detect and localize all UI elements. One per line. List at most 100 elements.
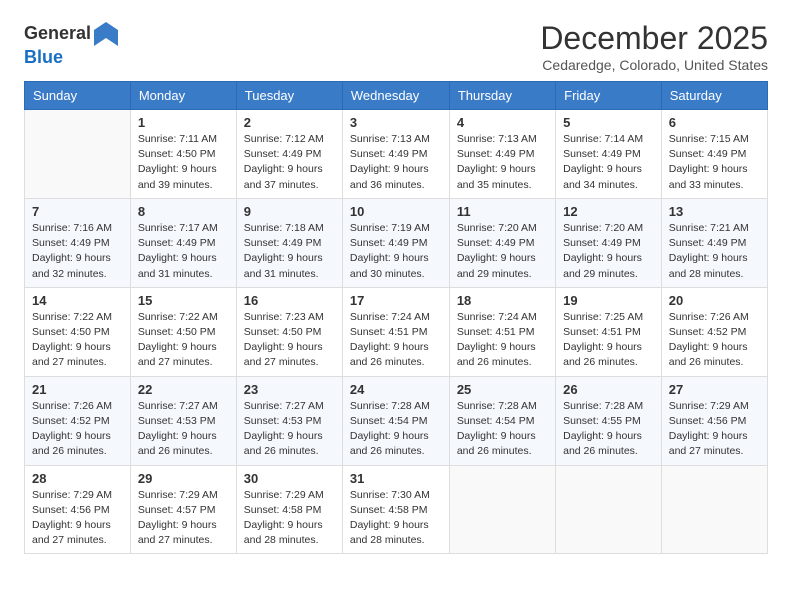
sun-info: Sunrise: 7:16 AMSunset: 4:49 PMDaylight:… — [32, 221, 123, 282]
calendar-cell: 25Sunrise: 7:28 AMSunset: 4:54 PMDayligh… — [449, 376, 555, 465]
cell-content: 31Sunrise: 7:30 AMSunset: 4:58 PMDayligh… — [350, 471, 442, 549]
sun-info: Sunrise: 7:24 AMSunset: 4:51 PMDaylight:… — [457, 310, 548, 371]
day-number: 13 — [669, 204, 760, 219]
week-row-1: 1 Sunrise: 7:11 AMSunset: 4:50 PMDaylight… — [25, 110, 768, 199]
sun-info: Sunrise: 7:30 AMSunset: 4:58 PMDaylight:… — [350, 488, 442, 549]
day-number: 6 — [669, 115, 760, 130]
sun-info: Sunrise: 7:28 AMSunset: 4:54 PMDaylight:… — [350, 399, 442, 460]
sun-info: Sunrise: 7:22 AMSunset: 4:50 PMDaylight:… — [32, 310, 123, 371]
cell-content: 13Sunrise: 7:21 AMSunset: 4:49 PMDayligh… — [669, 204, 760, 282]
day-number: 16 — [244, 293, 335, 308]
day-number: 5 — [563, 115, 654, 130]
calendar-cell: 26Sunrise: 7:28 AMSunset: 4:55 PMDayligh… — [556, 376, 662, 465]
calendar-cell: 13Sunrise: 7:21 AMSunset: 4:49 PMDayligh… — [661, 198, 767, 287]
sun-info: Sunrise: 7:25 AMSunset: 4:51 PMDaylight:… — [563, 310, 654, 371]
calendar-cell — [556, 465, 662, 554]
calendar-cell — [449, 465, 555, 554]
calendar-cell: 7 Sunrise: 7:16 AMSunset: 4:49 PMDaylight… — [25, 198, 131, 287]
sun-info: Sunrise: 7:11 AMSunset: 4:50 PMDaylight:… — [138, 132, 229, 193]
cell-content: 3Sunrise: 7:13 AMSunset: 4:49 PMDaylight… — [350, 115, 442, 193]
cell-content: 7 Sunrise: 7:16 AMSunset: 4:49 PMDaylight… — [32, 204, 123, 282]
logo: General Blue — [24, 20, 121, 68]
calendar-cell: 18Sunrise: 7:24 AMSunset: 4:51 PMDayligh… — [449, 287, 555, 376]
sun-info: Sunrise: 7:19 AMSunset: 4:49 PMDaylight:… — [350, 221, 442, 282]
sun-info: Sunrise: 7:29 AMSunset: 4:58 PMDaylight:… — [244, 488, 335, 549]
calendar-cell: 15Sunrise: 7:22 AMSunset: 4:50 PMDayligh… — [130, 287, 236, 376]
cell-content: 12 Sunrise: 7:20 AMSunset: 4:49 PMDayligh… — [563, 204, 654, 282]
calendar-cell: 4 Sunrise: 7:13 AMSunset: 4:49 PMDaylight… — [449, 110, 555, 199]
day-number: 3 — [350, 115, 442, 130]
sun-info: Sunrise: 7:29 AMSunset: 4:56 PMDaylight:… — [669, 399, 760, 460]
day-number: 20 — [669, 293, 760, 308]
location: Cedaredge, Colorado, United States — [540, 57, 768, 73]
calendar-cell: 9Sunrise: 7:18 AMSunset: 4:49 PMDaylight… — [236, 198, 342, 287]
calendar-cell: 12 Sunrise: 7:20 AMSunset: 4:49 PMDayligh… — [556, 198, 662, 287]
day-number: 27 — [669, 382, 760, 397]
month-title: December 2025 — [540, 20, 768, 57]
weekday-friday: Friday — [556, 82, 662, 110]
sun-info: Sunrise: 7:27 AMSunset: 4:53 PMDaylight:… — [244, 399, 335, 460]
calendar-cell: 10 Sunrise: 7:19 AMSunset: 4:49 PMDayligh… — [342, 198, 449, 287]
calendar-cell: 3Sunrise: 7:13 AMSunset: 4:49 PMDaylight… — [342, 110, 449, 199]
cell-content: 20Sunrise: 7:26 AMSunset: 4:52 PMDayligh… — [669, 293, 760, 371]
cell-content: 2Sunrise: 7:12 AMSunset: 4:49 PMDaylight… — [244, 115, 335, 193]
page-header: General Blue December 2025 Cedaredge, Co… — [24, 20, 768, 73]
calendar-cell: 14Sunrise: 7:22 AMSunset: 4:50 PMDayligh… — [25, 287, 131, 376]
day-number: 28 — [32, 471, 123, 486]
logo-icon — [92, 20, 120, 48]
sun-info: Sunrise: 7:29 AMSunset: 4:57 PMDaylight:… — [138, 488, 229, 549]
day-number: 1 — [138, 115, 229, 130]
sun-info: Sunrise: 7:26 AMSunset: 4:52 PMDaylight:… — [32, 399, 123, 460]
cell-content: 27 Sunrise: 7:29 AMSunset: 4:56 PMDayligh… — [669, 382, 760, 460]
sun-info: Sunrise: 7:13 AMSunset: 4:49 PMDaylight:… — [457, 132, 548, 193]
cell-content: 14Sunrise: 7:22 AMSunset: 4:50 PMDayligh… — [32, 293, 123, 371]
day-number: 22 — [138, 382, 229, 397]
cell-content: 26Sunrise: 7:28 AMSunset: 4:55 PMDayligh… — [563, 382, 654, 460]
calendar-cell — [25, 110, 131, 199]
week-row-5: 28Sunrise: 7:29 AMSunset: 4:56 PMDayligh… — [25, 465, 768, 554]
cell-content: 11Sunrise: 7:20 AMSunset: 4:49 PMDayligh… — [457, 204, 548, 282]
day-number: 17 — [350, 293, 442, 308]
cell-content: 6Sunrise: 7:15 AMSunset: 4:49 PMDaylight… — [669, 115, 760, 193]
weekday-wednesday: Wednesday — [342, 82, 449, 110]
cell-content: 23 Sunrise: 7:27 AMSunset: 4:53 PMDayligh… — [244, 382, 335, 460]
sun-info: Sunrise: 7:12 AMSunset: 4:49 PMDaylight:… — [244, 132, 335, 193]
logo-blue: Blue — [24, 47, 63, 67]
cell-content: 30 Sunrise: 7:29 AMSunset: 4:58 PMDayligh… — [244, 471, 335, 549]
cell-content: 21 Sunrise: 7:26 AMSunset: 4:52 PMDayligh… — [32, 382, 123, 460]
calendar-cell: 5Sunrise: 7:14 AMSunset: 4:49 PMDaylight… — [556, 110, 662, 199]
sun-info: Sunrise: 7:24 AMSunset: 4:51 PMDaylight:… — [350, 310, 442, 371]
calendar-cell: 30 Sunrise: 7:29 AMSunset: 4:58 PMDayligh… — [236, 465, 342, 554]
calendar-cell: 31Sunrise: 7:30 AMSunset: 4:58 PMDayligh… — [342, 465, 449, 554]
cell-content: 5Sunrise: 7:14 AMSunset: 4:49 PMDaylight… — [563, 115, 654, 193]
day-number: 11 — [457, 204, 548, 219]
day-number: 7 — [32, 204, 123, 219]
day-number: 4 — [457, 115, 548, 130]
weekday-thursday: Thursday — [449, 82, 555, 110]
day-number: 21 — [32, 382, 123, 397]
day-number: 12 — [563, 204, 654, 219]
cell-content: 25Sunrise: 7:28 AMSunset: 4:54 PMDayligh… — [457, 382, 548, 460]
calendar-cell: 20Sunrise: 7:26 AMSunset: 4:52 PMDayligh… — [661, 287, 767, 376]
day-number: 30 — [244, 471, 335, 486]
logo-general: General — [24, 23, 91, 43]
day-number: 29 — [138, 471, 229, 486]
sun-info: Sunrise: 7:18 AMSunset: 4:49 PMDaylight:… — [244, 221, 335, 282]
calendar-cell: 11Sunrise: 7:20 AMSunset: 4:49 PMDayligh… — [449, 198, 555, 287]
day-number: 19 — [563, 293, 654, 308]
cell-content: 19 Sunrise: 7:25 AMSunset: 4:51 PMDayligh… — [563, 293, 654, 371]
calendar-cell: 6Sunrise: 7:15 AMSunset: 4:49 PMDaylight… — [661, 110, 767, 199]
sun-info: Sunrise: 7:28 AMSunset: 4:55 PMDaylight:… — [563, 399, 654, 460]
calendar-cell: 27 Sunrise: 7:29 AMSunset: 4:56 PMDayligh… — [661, 376, 767, 465]
cell-content: 22Sunrise: 7:27 AMSunset: 4:53 PMDayligh… — [138, 382, 229, 460]
weekday-sunday: Sunday — [25, 82, 131, 110]
sun-info: Sunrise: 7:20 AMSunset: 4:49 PMDaylight:… — [563, 221, 654, 282]
weekday-header-row: SundayMondayTuesdayWednesdayThursdayFrid… — [25, 82, 768, 110]
day-number: 10 — [350, 204, 442, 219]
day-number: 23 — [244, 382, 335, 397]
calendar-cell: 17 Sunrise: 7:24 AMSunset: 4:51 PMDayligh… — [342, 287, 449, 376]
cell-content: 28Sunrise: 7:29 AMSunset: 4:56 PMDayligh… — [32, 471, 123, 549]
calendar-body: 1 Sunrise: 7:11 AMSunset: 4:50 PMDaylight… — [25, 110, 768, 554]
calendar-cell: 24Sunrise: 7:28 AMSunset: 4:54 PMDayligh… — [342, 376, 449, 465]
calendar-cell: 19 Sunrise: 7:25 AMSunset: 4:51 PMDayligh… — [556, 287, 662, 376]
